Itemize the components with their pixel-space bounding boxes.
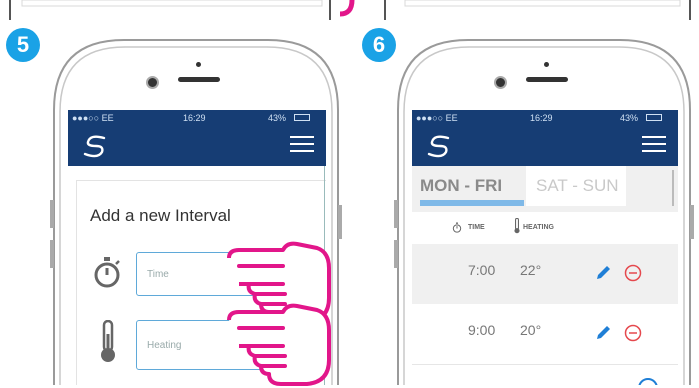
app-header (412, 126, 678, 166)
tab-mon-fri[interactable]: MON - FRI (420, 176, 502, 196)
speaker-right (526, 77, 568, 82)
remove-circle-icon[interactable] (624, 264, 642, 282)
status-bar: ●●●○○ EE 16:29 43% (412, 110, 678, 126)
stopwatch-icon (452, 222, 462, 233)
phone-screen-right: ●●●○○ EE 16:29 43% MON - FRI SAT - SUN T… (412, 110, 678, 385)
column-header-heating: HEATING (523, 224, 554, 231)
edit-pencil-icon[interactable] (594, 264, 612, 282)
battery-icon (646, 114, 662, 121)
row-temp: 22° (520, 262, 542, 278)
step-badge-6: 6 (362, 28, 396, 62)
table-row[interactable]: 7:00 22° (412, 244, 678, 304)
column-header-time: TIME (468, 224, 485, 231)
front-camera-right (494, 76, 507, 89)
tab-active-indicator (420, 200, 524, 206)
step-number: 5 (16, 32, 30, 57)
scroll-indicator (672, 170, 674, 206)
row-time: 9:00 (468, 322, 496, 338)
row-time: 7:00 (468, 262, 496, 278)
thermometer-icon (514, 218, 520, 234)
add-button-partial[interactable] (638, 378, 658, 385)
clock-text: 16:29 (530, 113, 553, 123)
table-row[interactable]: 9:00 20° (412, 304, 678, 364)
row-divider (412, 364, 678, 365)
sensor-right (544, 62, 549, 67)
row-temp: 20° (520, 322, 542, 338)
battery-text: 43% (620, 113, 639, 123)
app-logo-icon[interactable] (424, 132, 454, 160)
tab-sat-sun[interactable]: SAT - SUN (536, 176, 619, 196)
carrier-text: ●●●○○ EE (416, 113, 458, 123)
edit-pencil-icon[interactable] (594, 324, 612, 342)
step-badge-5: 5 (6, 28, 40, 62)
menu-icon[interactable] (642, 136, 666, 154)
remove-circle-icon[interactable] (624, 324, 642, 342)
step-number: 6 (372, 32, 386, 57)
